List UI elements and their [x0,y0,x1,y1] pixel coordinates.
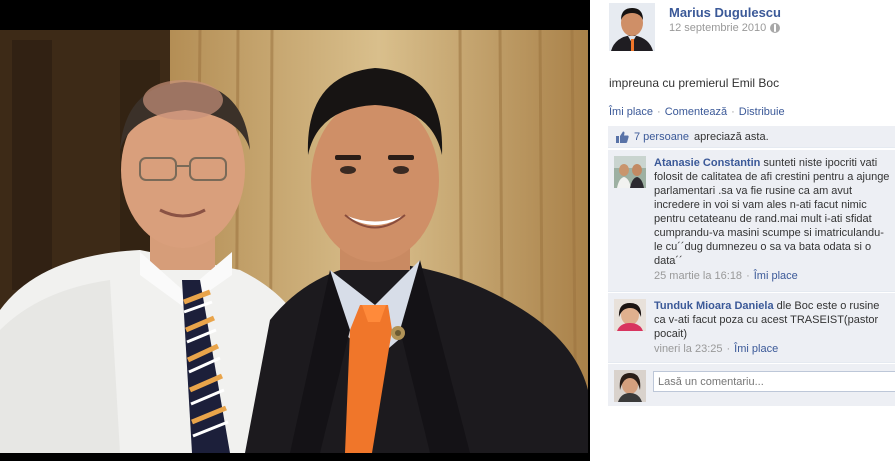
comment-like-button[interactable]: Îmi place [754,269,798,283]
action-separator: · [657,106,661,118]
comment-author[interactable]: Tunduk Mioara Daniela [654,300,774,312]
comment-avatar-image [614,299,646,331]
comment-time[interactable]: vineri la 23:25 [654,342,723,356]
comment-meta-separator: · [746,270,750,282]
post-date[interactable]: 12 septembrie 2010 [669,22,766,34]
comment-composer [608,364,895,406]
owner-avatar-image [609,3,655,51]
comment-meta: vineri la 23:25 · Îmi place [654,342,890,356]
comment-meta-separator: · [726,343,731,355]
comment-author-avatar[interactable] [614,299,646,331]
comment-meta: 25 martie la 16:18 · Îmi place [654,269,890,283]
thumbs-up-icon [616,131,629,143]
comment-button[interactable]: Comentează [665,106,727,118]
post-panel: Marius Dugulescu 12 septembrie 2010 impr… [600,0,895,461]
globe-icon[interactable] [770,23,781,33]
comment-input[interactable] [653,371,895,392]
comment-body: Tunduk Mioara Daniela dle Boc este o rus… [654,299,890,356]
comment-author-avatar[interactable] [614,156,646,188]
post-actions: Îmi place · Comentează · Distribuie [609,106,785,118]
comment-body: Atanasie Constantin sunteti niste ipocri… [654,156,890,283]
post-meta: 12 septembrie 2010 [669,22,781,34]
comment-time[interactable]: 25 martie la 16:18 [654,269,742,283]
comment-text: sunteti niste ipocriti vati folosit de c… [654,157,890,267]
comment-like-button[interactable]: Îmi place [734,342,778,356]
comment-item: Tunduk Mioara Daniela dle Boc este o rus… [608,293,895,363]
post-owner-name[interactable]: Marius Dugulescu [669,5,781,20]
viewer-avatar-image [614,370,646,402]
photo-stage [0,0,590,461]
share-button[interactable]: Distribuie [739,106,785,118]
action-separator: · [731,106,735,118]
owner-avatar[interactable] [609,3,655,51]
post-photo[interactable] [0,30,588,453]
likes-text: apreciază asta. [694,130,769,143]
viewer-avatar [614,370,646,402]
likes-count-link[interactable]: 7 persoane [634,131,689,143]
photo-image [0,30,588,453]
comment-avatar-image [614,156,646,188]
comment-item: Atanasie Constantin sunteti niste ipocri… [608,150,895,292]
post-caption: impreuna cu premierul Emil Boc [609,76,780,90]
like-button[interactable]: Îmi place [609,106,653,118]
comment-author[interactable]: Atanasie Constantin [654,157,760,169]
likes-summary: 7 persoane apreciază asta. [608,126,895,148]
